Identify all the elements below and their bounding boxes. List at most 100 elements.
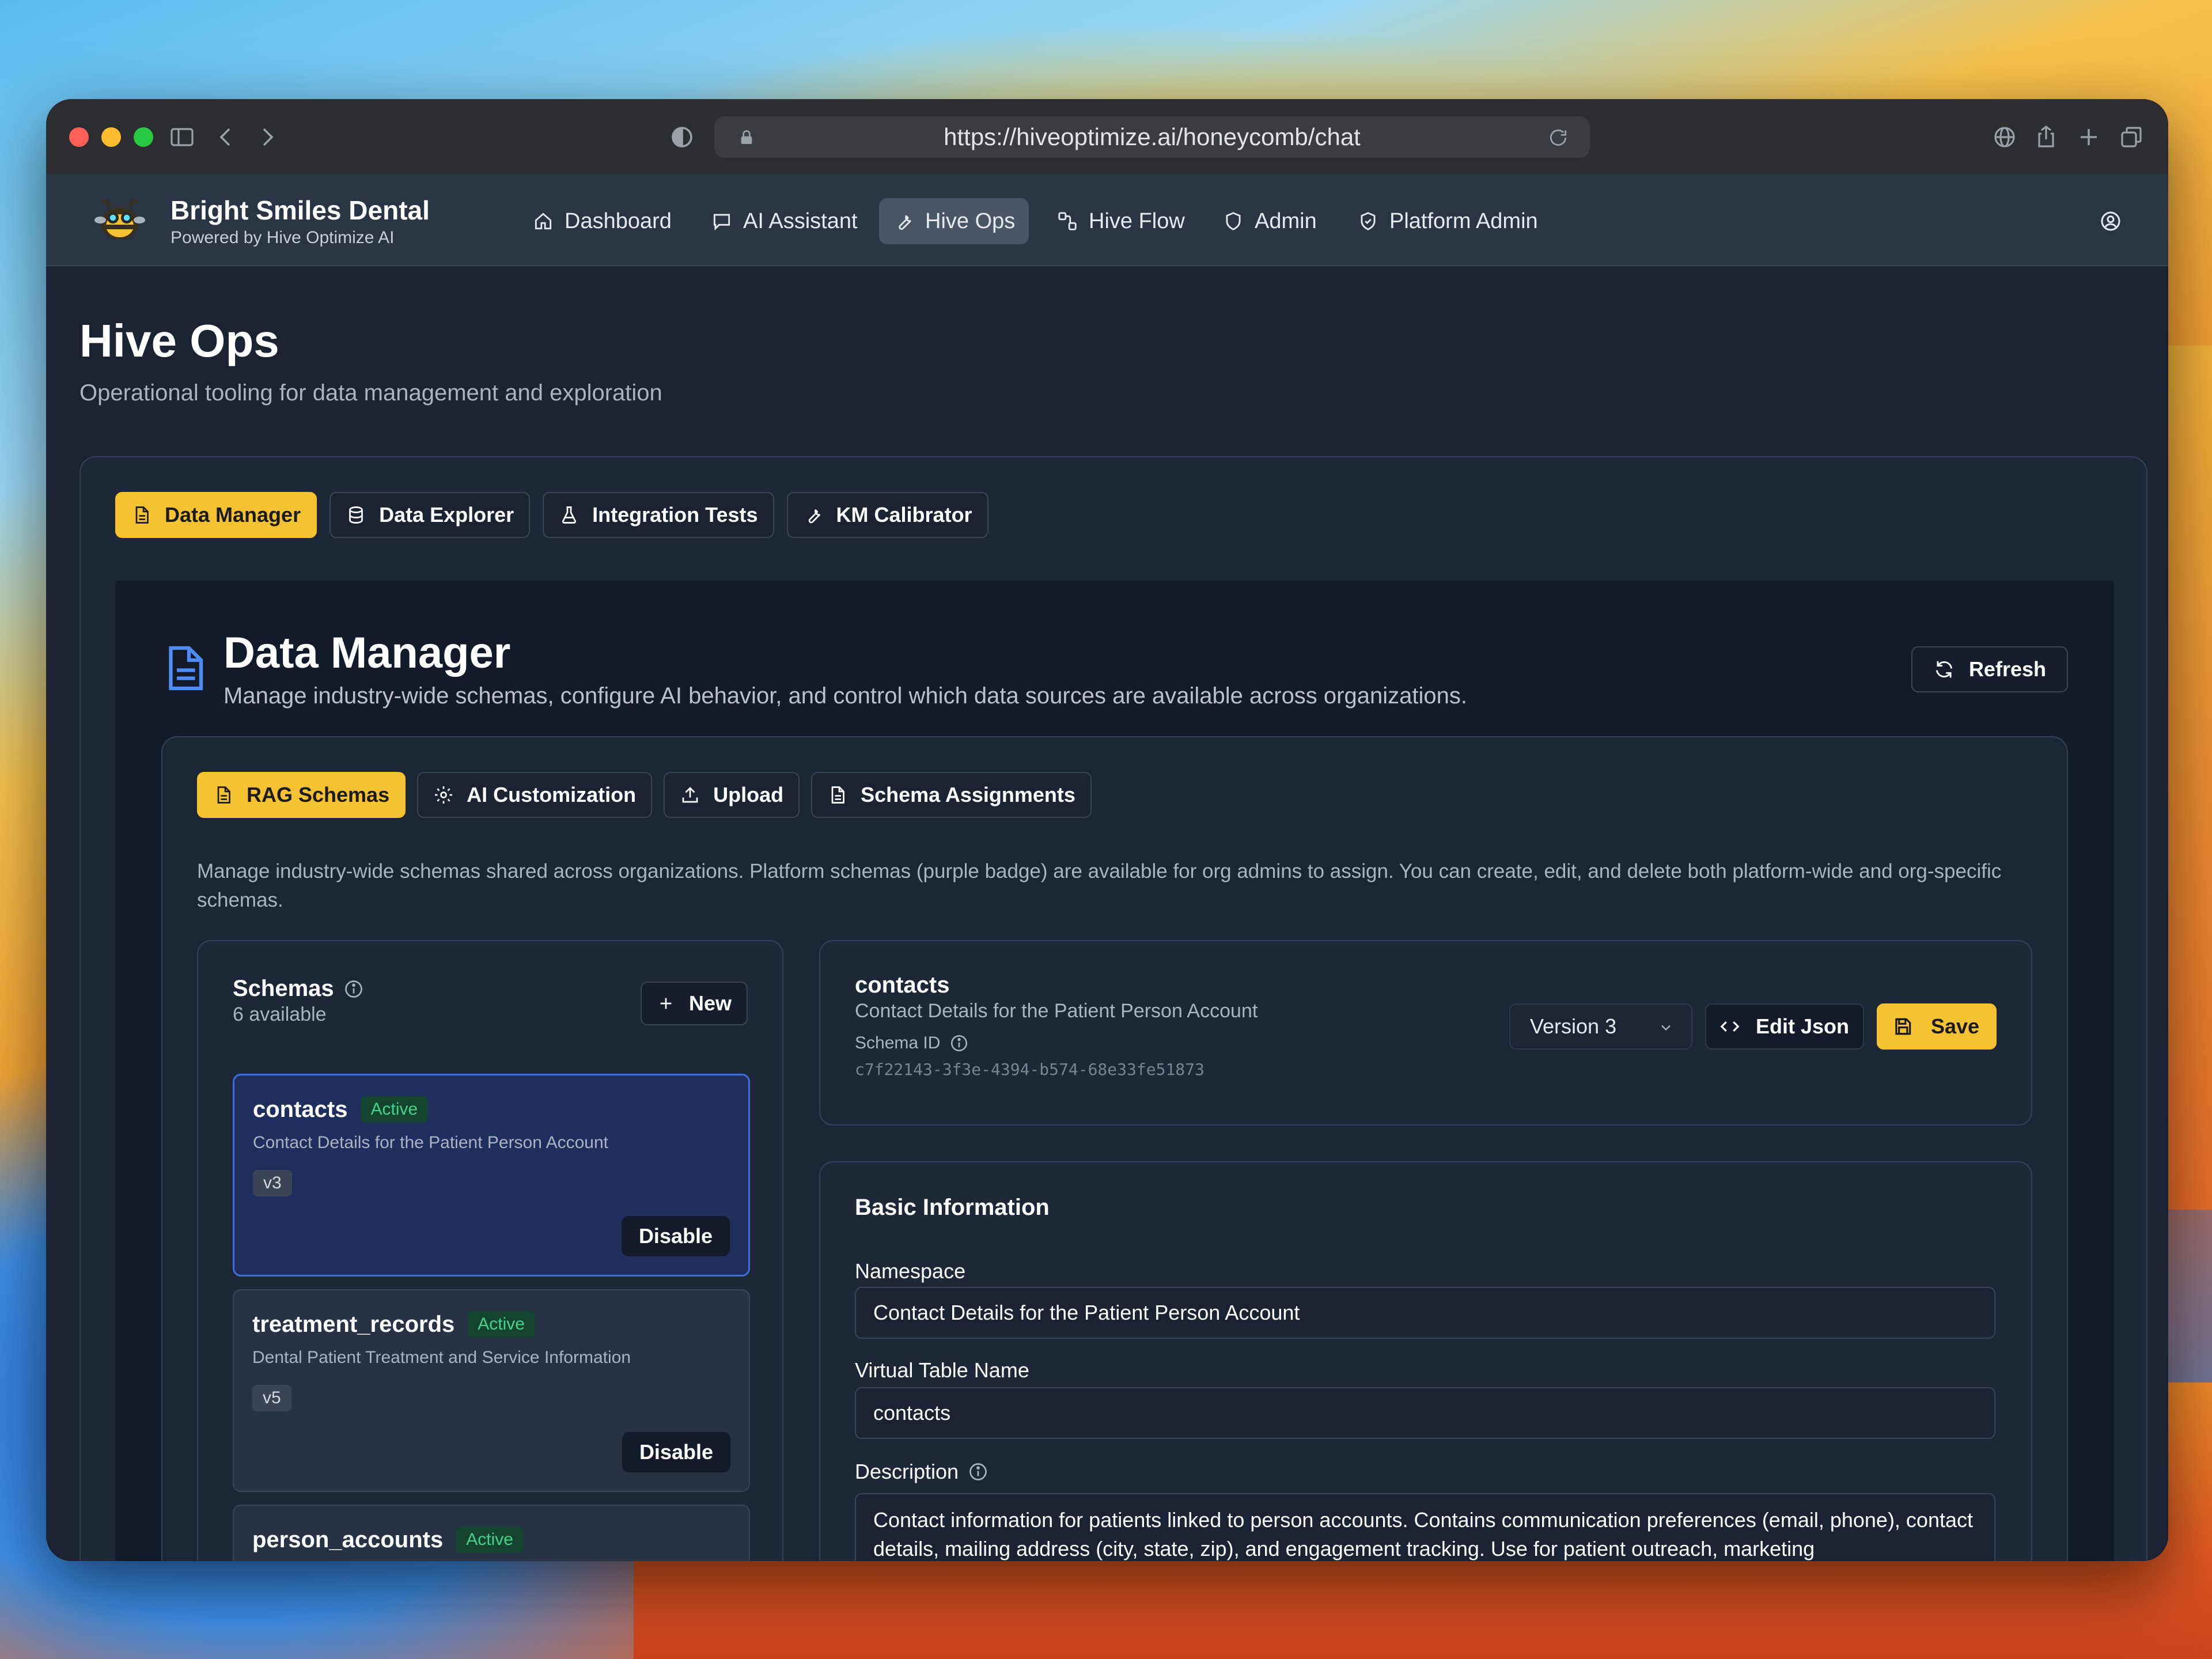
tab-km-calibrator[interactable]: KM Calibrator bbox=[786, 492, 988, 538]
page-title: Hive Ops bbox=[79, 315, 279, 366]
refresh-label: Refresh bbox=[1968, 657, 2046, 681]
brand-subtitle: Powered by Hive Optimize AI bbox=[171, 228, 395, 247]
tab-rag-schemas[interactable]: RAG Schemas bbox=[197, 772, 406, 818]
browser-titlebar: https://hiveoptimize.ai/honeycomb/chat bbox=[46, 99, 2168, 174]
tab-upload[interactable]: Upload bbox=[664, 772, 800, 818]
nav-hive-ops[interactable]: Hive Ops bbox=[879, 198, 1029, 244]
privacy-icon[interactable] bbox=[668, 123, 696, 151]
disable-button[interactable]: Disable bbox=[622, 1432, 730, 1472]
save-icon bbox=[1895, 1018, 1911, 1035]
flow-icon bbox=[1058, 212, 1077, 230]
schema-name-row: contacts Active bbox=[253, 1096, 429, 1123]
back-icon[interactable] bbox=[212, 123, 240, 151]
hive-ops-card: Data Manager Data Explorer Integration T… bbox=[79, 456, 2147, 1561]
new-schema-button[interactable]: New bbox=[640, 982, 748, 1025]
browser-window: https://hiveoptimize.ai/honeycomb/chat B… bbox=[46, 99, 2168, 1561]
namespace-label-text: Namespace bbox=[855, 1259, 966, 1283]
schema-item[interactable]: treatment_records Active Dental Patient … bbox=[233, 1289, 750, 1492]
bee-logo-icon bbox=[94, 199, 145, 240]
namespace-value: Contact Details for the Patient Person A… bbox=[873, 1301, 1300, 1324]
user-account-icon[interactable] bbox=[2099, 210, 2122, 233]
nav-label: AI Assistant bbox=[743, 209, 858, 233]
nav-ai-assistant[interactable]: AI Assistant bbox=[697, 198, 872, 244]
schema-name: contacts bbox=[253, 1096, 348, 1122]
version-value: Version 3 bbox=[1530, 1014, 1617, 1038]
schema-name-row: treatment_records Active bbox=[252, 1311, 535, 1338]
new-label: New bbox=[688, 991, 732, 1015]
version-select[interactable]: Version 3 bbox=[1509, 1003, 1692, 1050]
tab-label: Data Manager bbox=[165, 503, 301, 527]
disable-button[interactable]: Disable bbox=[621, 1216, 730, 1256]
nav-label: Admin bbox=[1255, 209, 1317, 233]
chat-icon bbox=[713, 214, 730, 231]
translate-icon[interactable] bbox=[1991, 123, 2018, 151]
app-navbar: Bright Smiles Dental Powered by Hive Opt… bbox=[46, 174, 2168, 266]
main-content: Hive Ops Operational tooling for data ma… bbox=[46, 266, 2168, 1561]
nav-label: Hive Ops bbox=[925, 209, 1016, 233]
tab-label: AI Customization bbox=[467, 783, 637, 806]
basic-information-title: Basic Information bbox=[855, 1195, 1050, 1220]
sidebar-icon[interactable] bbox=[168, 123, 196, 151]
maximize-window-button[interactable] bbox=[134, 127, 153, 147]
schema-id-label: Schema ID bbox=[855, 1033, 969, 1053]
schema-description: Dental Patient Treatment and Service Inf… bbox=[252, 1348, 631, 1367]
save-button[interactable]: Save bbox=[1877, 1003, 1997, 1050]
database-icon bbox=[349, 506, 363, 524]
schema-name: person_accounts bbox=[252, 1527, 444, 1552]
chevron-down-icon bbox=[1661, 1025, 1671, 1031]
edit-json-label: Edit Json bbox=[1756, 1014, 1850, 1038]
schema-item[interactable]: contacts Active Contact Details for the … bbox=[233, 1074, 750, 1277]
virtual-table-name-value: contacts bbox=[873, 1401, 951, 1425]
namespace-input[interactable]: Contact Details for the Patient Person A… bbox=[855, 1287, 1995, 1339]
reload-icon[interactable] bbox=[1547, 127, 1569, 149]
tab-label: Upload bbox=[713, 783, 784, 806]
info-icon[interactable] bbox=[949, 1033, 969, 1053]
document-icon bbox=[135, 506, 149, 524]
address-bar[interactable]: https://hiveoptimize.ai/honeycomb/chat bbox=[714, 116, 1590, 158]
status-badge: Active bbox=[360, 1096, 429, 1123]
nav-platform-admin[interactable]: Platform Admin bbox=[1343, 198, 1552, 244]
rag-schemas-card: RAG Schemas AI Customization Upload Sche… bbox=[161, 736, 2068, 1561]
tab-ai-customization[interactable]: AI Customization bbox=[417, 772, 653, 818]
tabs-overview-icon[interactable] bbox=[2118, 123, 2145, 151]
virtual-table-name-input[interactable]: contacts bbox=[855, 1387, 1995, 1439]
brand-name: Bright Smiles Dental bbox=[171, 195, 430, 225]
tab-integration-tests[interactable]: Integration Tests bbox=[543, 492, 774, 538]
schema-detail-description: Contact Details for the Patient Person A… bbox=[855, 1000, 1258, 1022]
schema-description: Contact Details for the Patient Person A… bbox=[253, 1133, 609, 1152]
nav-dashboard[interactable]: Dashboard bbox=[518, 198, 685, 244]
nav-label: Hive Flow bbox=[1089, 209, 1185, 233]
description-textarea[interactable]: Contact information for patients linked … bbox=[855, 1493, 1995, 1561]
page-subtitle: Operational tooling for data management … bbox=[79, 380, 662, 406]
url-text: https://hiveoptimize.ai/honeycomb/chat bbox=[944, 123, 1361, 150]
tab-label: RAG Schemas bbox=[247, 783, 390, 806]
tab-schema-assignments[interactable]: Schema Assignments bbox=[811, 772, 1092, 818]
plus-icon bbox=[660, 998, 672, 1009]
namespace-label: Namespace bbox=[855, 1259, 965, 1283]
shield-icon bbox=[1226, 212, 1241, 230]
nav-hive-flow[interactable]: Hive Flow bbox=[1043, 198, 1199, 244]
forward-icon[interactable] bbox=[253, 123, 281, 151]
schema-item[interactable]: person_accounts Active bbox=[233, 1505, 750, 1561]
edit-json-button[interactable]: Edit Json bbox=[1705, 1003, 1864, 1050]
flask-icon bbox=[562, 506, 577, 524]
close-window-button[interactable] bbox=[69, 127, 89, 147]
share-icon[interactable] bbox=[2032, 123, 2060, 151]
schema-detail-name: contacts bbox=[855, 972, 950, 998]
nav-admin[interactable]: Admin bbox=[1209, 198, 1331, 244]
status-badge: Active bbox=[456, 1527, 524, 1553]
info-icon[interactable] bbox=[968, 1461, 988, 1482]
new-tab-icon[interactable] bbox=[2075, 123, 2103, 151]
hive-ops-tabs: Data Manager Data Explorer Integration T… bbox=[115, 492, 988, 538]
refresh-button[interactable]: Refresh bbox=[1911, 646, 2068, 692]
document-icon bbox=[217, 786, 230, 804]
version-badge: v5 bbox=[252, 1385, 291, 1411]
upload-icon bbox=[682, 787, 698, 803]
tab-data-explorer[interactable]: Data Explorer bbox=[329, 492, 531, 538]
info-icon[interactable] bbox=[343, 979, 364, 999]
schema-detail-header: contacts Contact Details for the Patient… bbox=[819, 940, 2032, 1126]
nav-label: Platform Admin bbox=[1389, 209, 1538, 233]
minimize-window-button[interactable] bbox=[101, 127, 121, 147]
tab-data-manager[interactable]: Data Manager bbox=[115, 492, 317, 538]
virtual-table-name-label: Virtual Table Name bbox=[855, 1358, 1029, 1382]
